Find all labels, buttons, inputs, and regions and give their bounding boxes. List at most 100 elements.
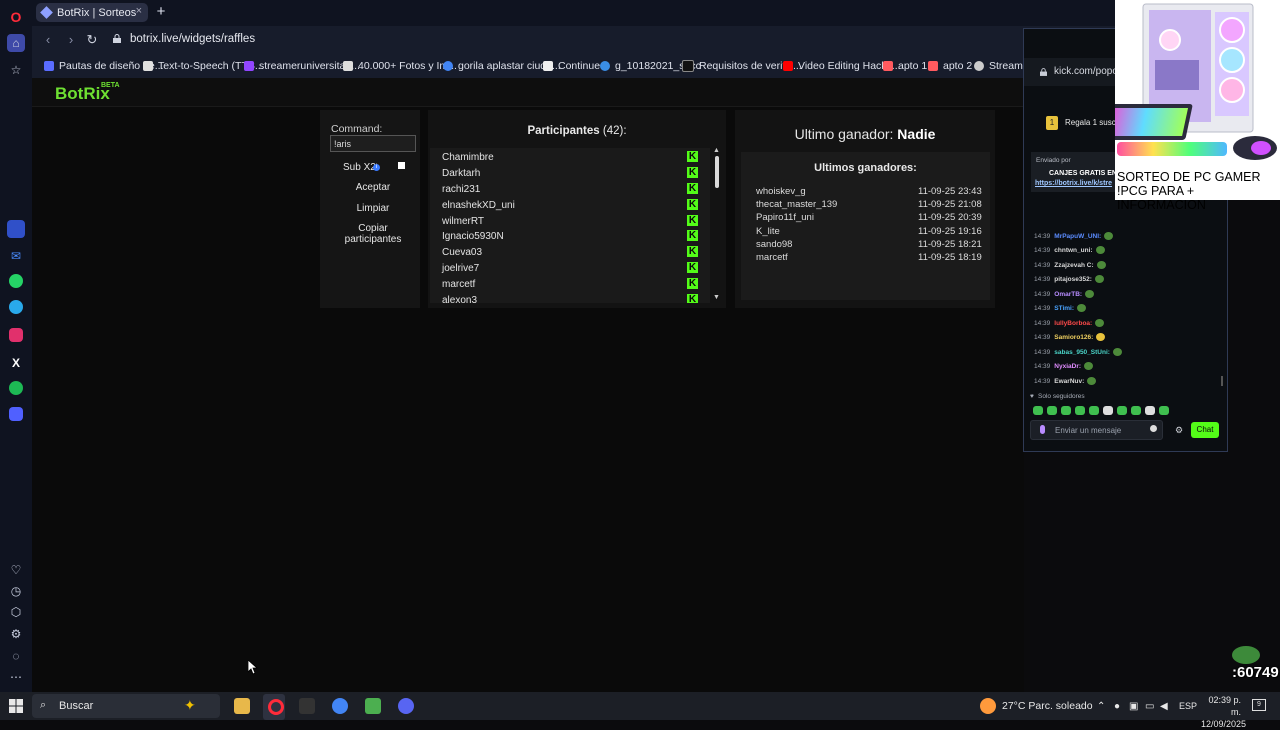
emoji-icon[interactable]	[1150, 425, 1157, 432]
tab-close-icon[interactable]: ×	[136, 5, 142, 17]
file-explorer-icon[interactable]	[234, 698, 250, 714]
chat-scrollbar[interactable]	[1221, 376, 1223, 386]
accept-button[interactable]: Aceptar	[330, 182, 416, 193]
kick-icon: K	[687, 278, 698, 289]
message-input[interactable]: Enviar un mensaje	[1030, 420, 1163, 440]
chat-user[interactable]: NyxiaDr:	[1054, 363, 1081, 370]
command-input[interactable]	[330, 135, 416, 152]
popup-url[interactable]: kick.com/popou	[1054, 66, 1123, 77]
chat-user[interactable]: Samioro126:	[1054, 334, 1093, 341]
chat-user[interactable]: MrPapuW_UNI:	[1054, 233, 1101, 240]
winner-date: 11-09-25 18:21	[918, 239, 982, 250]
participant-name: rachi231	[442, 184, 481, 195]
settings-icon[interactable]: ⚙	[7, 625, 25, 643]
emote-icon	[1077, 304, 1087, 312]
emote-icon[interactable]	[1159, 406, 1169, 415]
chat-settings-icon[interactable]: ⚙	[1175, 425, 1183, 436]
chat-time: 14:39	[1034, 275, 1051, 283]
chat-user[interactable]: OmarTB:	[1054, 291, 1082, 298]
more-icon[interactable]: ⋯	[7, 668, 25, 686]
aria-icon[interactable]	[7, 220, 25, 238]
emote-icon[interactable]	[1033, 406, 1043, 415]
bookmark-item[interactable]: apto 2	[928, 60, 972, 72]
forward-icon[interactable]: ›	[63, 32, 79, 48]
copilot-sparkle-icon[interactable]: ✦	[184, 697, 196, 714]
chat-time: 14:39	[1034, 348, 1051, 356]
emote-icon[interactable]	[1145, 406, 1155, 415]
x-twitter-icon[interactable]: X	[7, 354, 25, 372]
heart-icon[interactable]: ♡	[7, 561, 25, 579]
chat-user[interactable]: chntwn_uni:	[1054, 247, 1092, 254]
chrome-icon[interactable]	[332, 698, 348, 714]
volume-icon[interactable]: ◀	[1160, 701, 1168, 712]
scrollbar-thumb[interactable]	[715, 156, 719, 188]
participant-name: alexon3	[442, 295, 478, 303]
url-field[interactable]: botrix.live/widgets/raffles	[130, 33, 255, 45]
emote-icon	[1085, 290, 1095, 298]
scroll-down-icon[interactable]: ▼	[713, 294, 720, 301]
chat-time: 14:39	[1034, 232, 1051, 240]
spotify-icon[interactable]	[9, 381, 23, 395]
bulb-icon[interactable]: ◌	[7, 647, 25, 665]
bookmark-item[interactable]: Continue	[543, 60, 600, 72]
mouse-cursor-icon	[248, 660, 258, 675]
history-icon[interactable]: ◷	[7, 582, 25, 600]
new-tab-button[interactable]: +	[152, 3, 170, 21]
home-icon[interactable]: ⌂	[7, 34, 25, 52]
sub-x2-checkbox[interactable]	[398, 162, 405, 169]
notification-icon[interactable]: 9	[1252, 699, 1266, 711]
copy-participants-button[interactable]: Copiar participantes	[330, 223, 416, 245]
emote-icon	[1094, 275, 1104, 283]
star-icon[interactable]: ☆	[7, 61, 25, 79]
scroll-up-icon[interactable]: ▲	[713, 147, 720, 154]
whatsapp-icon[interactable]	[9, 274, 23, 288]
info-icon[interactable]: i	[373, 164, 380, 171]
emote-icon[interactable]	[1103, 406, 1113, 415]
chat-send-button[interactable]: Chat	[1191, 422, 1219, 438]
chat-user[interactable]: sabas_950_StUni:	[1054, 349, 1110, 356]
chat-user[interactable]: pitajose352:	[1054, 276, 1092, 283]
chat-user[interactable]: Zzajzevah C:	[1054, 262, 1093, 269]
opera-logo-icon[interactable]: O	[7, 8, 25, 26]
pinned-link[interactable]: https://botrix.live/k/stre	[1035, 180, 1112, 187]
browser-tab[interactable]: BotRix | Sorteos ×	[36, 3, 148, 22]
app-icon[interactable]	[299, 698, 315, 714]
messenger-icon[interactable]: ✉	[7, 247, 25, 265]
emote-icon[interactable]	[1131, 406, 1141, 415]
lock-icon	[113, 34, 121, 43]
emote-icon[interactable]	[1061, 406, 1071, 415]
clear-button[interactable]: Limpiar	[330, 203, 416, 214]
windows-start-icon[interactable]	[9, 699, 23, 713]
bookmark-item[interactable]: apto 1	[883, 60, 927, 72]
chevron-up-icon[interactable]: ⌃	[1097, 701, 1105, 712]
mic-icon[interactable]	[1040, 425, 1045, 434]
weather-icon[interactable]	[980, 698, 996, 714]
winner-name: whoiskev_g	[756, 186, 806, 197]
bookmark-item[interactable]: 40.000+ Fotos y Im...	[343, 60, 457, 72]
network-icon[interactable]: ▭	[1145, 701, 1154, 712]
chat-message: 14:39 NyxiaDr:	[1034, 362, 1094, 370]
weather-text[interactable]: 27°C Parc. soleado	[1002, 700, 1093, 712]
reload-icon[interactable]: ↻	[84, 32, 100, 48]
opera-icon[interactable]	[268, 699, 284, 715]
telegram-icon[interactable]	[9, 300, 23, 314]
chat-user[interactable]: lullyBorboa:	[1054, 320, 1092, 327]
pinned-sender-label: Enviado por	[1036, 157, 1071, 164]
emote-icon[interactable]	[1075, 406, 1085, 415]
player-icon[interactable]	[9, 407, 23, 421]
emote-icon[interactable]	[1047, 406, 1057, 415]
emote-icon	[1104, 232, 1114, 240]
tray-app-icon[interactable]: ▣	[1129, 701, 1138, 712]
clock[interactable]: 02:39 p. m. 12/09/2025	[1201, 694, 1246, 730]
xbox-icon[interactable]	[365, 698, 381, 714]
mic-tray-icon[interactable]: ●	[1114, 701, 1120, 712]
cube-icon[interactable]: ⬡	[7, 603, 25, 621]
discord-icon[interactable]	[398, 698, 414, 714]
emote-icon[interactable]	[1089, 406, 1099, 415]
back-icon[interactable]: ‹	[40, 32, 56, 48]
instagram-icon[interactable]	[9, 328, 23, 342]
language-indicator[interactable]: ESP	[1179, 701, 1197, 711]
chat-user[interactable]: STimi:	[1054, 305, 1074, 312]
emote-icon[interactable]	[1117, 406, 1127, 415]
chat-user[interactable]: EwarNuv:	[1054, 378, 1084, 385]
